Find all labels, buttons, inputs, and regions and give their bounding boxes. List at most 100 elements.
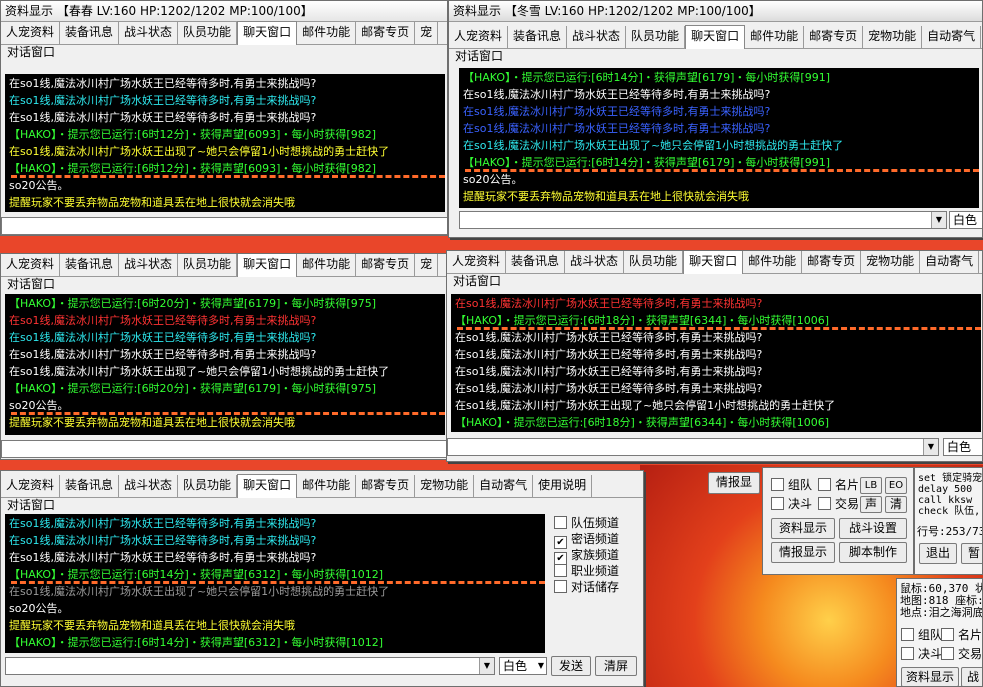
tab-8[interactable]: 自动寄气: [474, 475, 534, 497]
tab-0[interactable]: 人宠资料: [1, 254, 61, 276]
duel-checkbox[interactable]: 决斗: [771, 496, 812, 512]
channel-checkbox[interactable]: 对话储存: [554, 579, 619, 595]
checkbox-icon[interactable]: [554, 580, 567, 593]
tab-4[interactable]: 聊天窗口: [237, 21, 298, 45]
tab-0[interactable]: 人宠资料: [447, 251, 507, 273]
color-select-e[interactable]: 白色 ▼: [499, 657, 547, 675]
eo-button[interactable]: EO: [885, 477, 907, 494]
pause-button[interactable]: 暂: [961, 543, 982, 564]
tab-6[interactable]: 邮寄专页: [356, 22, 416, 44]
chevron-down-icon[interactable]: ▼: [931, 212, 946, 228]
tab-7[interactable]: 宠物功能: [863, 26, 923, 48]
tab-0[interactable]: 人宠资料: [1, 475, 61, 497]
tab-5[interactable]: 邮件功能: [297, 475, 357, 497]
chat-line: 【HAKO】・提示您已运行:[6时12分]・获得声望[6093]・每小时获得[9…: [9, 160, 445, 178]
battle-settings-button[interactable]: 战斗设置: [839, 518, 907, 539]
tab-9[interactable]: 使用说明: [533, 475, 593, 497]
tab-4[interactable]: 聊天窗口: [683, 251, 744, 274]
duel-checkbox-2[interactable]: 决斗: [901, 646, 942, 662]
tab-7[interactable]: 宠: [415, 254, 439, 276]
tab-1[interactable]: 装备讯息: [60, 475, 120, 497]
tab-8[interactable]: 自动寄气: [920, 251, 980, 273]
tab-5[interactable]: 邮件功能: [743, 251, 803, 273]
tab-5[interactable]: 邮件功能: [745, 26, 805, 48]
lb-button[interactable]: LB: [860, 477, 882, 494]
tab-4[interactable]: 聊天窗口: [685, 25, 746, 49]
chat-line: 在so1线,魔法冰川村广场水妖王已经等待多时,有勇士来挑战吗?: [463, 88, 771, 101]
chat-line: 【HAKO】・提示您已运行:[6时12分]・获得声望[6093]・每小时获得[9…: [9, 128, 377, 141]
tab-7[interactable]: 宠: [415, 22, 439, 44]
channel-checkbox[interactable]: 队伍频道: [554, 515, 619, 531]
voice-button[interactable]: 声: [860, 496, 882, 513]
chat-input-d[interactable]: ▼: [447, 438, 939, 456]
tab-3[interactable]: 队员功能: [178, 475, 238, 497]
intel-display-button[interactable]: 情报显示: [771, 542, 835, 563]
tab-bar-a: 人宠资料 装备讯息 战斗状态 队员功能 聊天窗口 邮件功能 邮寄专页宠: [1, 21, 447, 45]
chat-line: so20公告。: [9, 397, 445, 415]
channel-checkbox[interactable]: 职业频道: [554, 563, 619, 579]
trade-checkbox[interactable]: 交易: [818, 496, 859, 512]
tab-3[interactable]: 队员功能: [624, 251, 684, 273]
send-button[interactable]: 发送: [551, 656, 591, 676]
chevron-down-icon[interactable]: ▼: [479, 658, 494, 674]
color-select-d[interactable]: 白色: [943, 438, 982, 456]
tab-8[interactable]: 自动寄气: [922, 26, 982, 48]
tab-5[interactable]: 邮件功能: [297, 22, 357, 44]
tab-3[interactable]: 队员功能: [178, 254, 238, 276]
chat-line: 在so1线,魔法冰川村广场水妖王已经等待多时,有勇士来挑战吗?: [9, 314, 317, 327]
tab-7[interactable]: 宠物功能: [861, 251, 921, 273]
tab-5[interactable]: 邮件功能: [297, 254, 357, 276]
battle-button-2[interactable]: 战: [961, 667, 982, 686]
tab-2[interactable]: 战斗状态: [119, 254, 179, 276]
tab-1[interactable]: 装备讯息: [506, 251, 566, 273]
chevron-down-icon[interactable]: ▼: [538, 658, 544, 674]
tab-2[interactable]: 战斗状态: [565, 251, 625, 273]
color-select-b[interactable]: 白色: [949, 211, 982, 229]
chat-input-c[interactable]: [1, 440, 447, 458]
clear-screen-button[interactable]: 清屏: [595, 656, 637, 676]
clear-small-button[interactable]: 清: [885, 496, 907, 513]
tab-1[interactable]: 装备讯息: [60, 22, 120, 44]
group-label-c: 对话窗口: [7, 277, 56, 291]
tab-6[interactable]: 邮寄专页: [802, 251, 862, 273]
tab-6[interactable]: 邮寄专页: [356, 475, 416, 497]
trade-checkbox-2[interactable]: 交易: [941, 646, 982, 662]
chevron-down-icon[interactable]: ▼: [923, 439, 938, 455]
data-display-button[interactable]: 资料显示: [771, 518, 835, 539]
tab-6[interactable]: 邮寄专页: [804, 26, 864, 48]
data-display-button-2[interactable]: 资料显示: [901, 667, 959, 686]
chat-line: 在so1线,魔法冰川村广场水妖王出现了~她只会停留1小时想挑战的勇士赶快了: [463, 139, 844, 152]
card-checkbox-2[interactable]: 名片: [941, 627, 982, 643]
tab-2[interactable]: 战斗状态: [567, 26, 627, 48]
team-checkbox-2[interactable]: 组队: [901, 627, 942, 643]
tab-2[interactable]: 战斗状态: [119, 22, 179, 44]
tab-0[interactable]: 人宠资料: [1, 22, 61, 44]
tab-3[interactable]: 队员功能: [178, 22, 238, 44]
checkbox-icon[interactable]: [554, 564, 567, 577]
card-checkbox[interactable]: 名片: [818, 477, 859, 493]
tab-2[interactable]: 战斗状态: [119, 475, 179, 497]
chat-line: 在so1线,魔法冰川村广场水妖王已经等待多时,有勇士来挑战吗?: [9, 348, 317, 361]
chat-input-b[interactable]: ▼: [459, 211, 947, 229]
chat-line: 【HAKO】・提示您已运行:[6时18分]・获得声望[6344]・每小时获得[1…: [455, 416, 830, 429]
script-make-button[interactable]: 脚本制作: [839, 542, 907, 563]
tab-0[interactable]: 人宠资料: [449, 26, 509, 48]
tab-4[interactable]: 聊天窗口: [237, 254, 298, 277]
channel-label: 职业频道: [571, 564, 620, 578]
chat-log-b: 【HAKO】・提示您已运行:[6时14分]・获得声望[6179]・每小时获得[9…: [459, 68, 979, 208]
tab-7[interactable]: 宠物功能: [415, 475, 475, 497]
tab-6[interactable]: 邮寄专页: [356, 254, 416, 276]
exit-button[interactable]: 退出: [919, 543, 957, 564]
chat-line: so20公告。: [9, 602, 69, 615]
info-display-button-partial[interactable]: 情报显: [708, 472, 760, 494]
tab-4[interactable]: 聊天窗口: [237, 474, 298, 498]
chat-input-a[interactable]: [1, 217, 447, 235]
control-panel-f: 组队 名片 LB EO 决斗 交易 声 清 资料显示 战斗设置 情报显示 脚本制…: [762, 467, 914, 575]
chat-input-e[interactable]: ▼: [5, 657, 495, 675]
team-checkbox[interactable]: 组队: [771, 477, 812, 493]
checkbox-icon[interactable]: [554, 516, 567, 529]
tab-1[interactable]: 装备讯息: [508, 26, 568, 48]
tab-1[interactable]: 装备讯息: [60, 254, 120, 276]
tab-bar-e: 人宠资料 装备讯息 战斗状态 队员功能 聊天窗口 邮件功能 邮寄专页 宠物功能 自动寄气 使用说明: [1, 474, 643, 498]
tab-3[interactable]: 队员功能: [626, 26, 686, 48]
